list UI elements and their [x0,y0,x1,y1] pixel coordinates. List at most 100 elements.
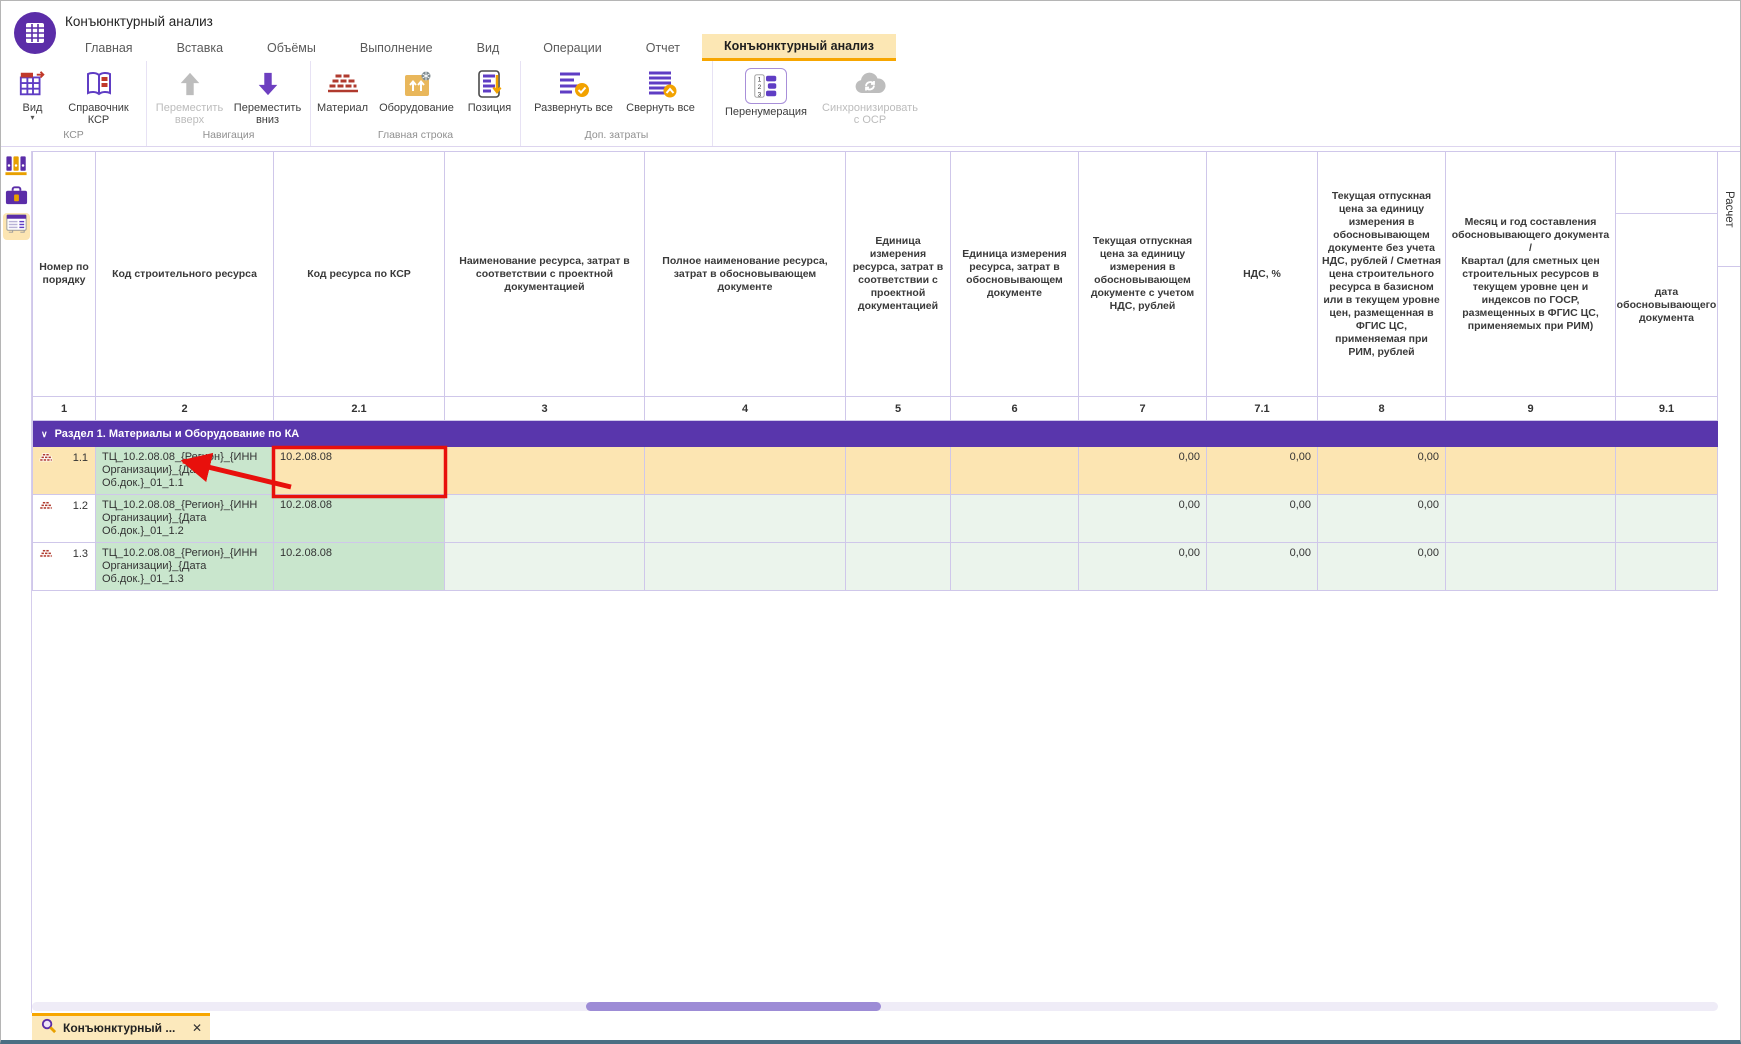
column-number: 4 [645,397,846,420]
sync-osr-button[interactable]: Синхронизировать с ОСР [820,68,920,126]
panel-tab-calculation[interactable]: Расчет [1717,151,1741,267]
bottom-document-tab[interactable]: Конъюнктурный ... ✕ [32,1013,210,1040]
full-name-cell[interactable] [645,543,846,590]
sidebar-briefcase-button[interactable] [3,184,30,211]
price-without-vat-cell[interactable]: 0,00 [1318,447,1446,494]
price-without-vat-cell[interactable]: 0,00 [1318,495,1446,542]
price-with-vat-cell[interactable]: 0,00 [1079,495,1207,542]
ribbon: Вид ▾ Справочник КСР КСР [1,61,1741,147]
close-icon[interactable]: ✕ [192,1021,202,1035]
equipment-button-label: Оборудование [379,102,454,114]
material-button-label: Материал [317,102,368,114]
tab-glavnaya[interactable]: Главная [63,34,155,61]
price-with-vat-cell[interactable]: 0,00 [1079,447,1207,494]
resource-code-cell[interactable]: ТЦ_10.2.08.08_{Регион}_{ИНН Организации}… [96,447,274,494]
move-up-arrow-icon [177,68,203,100]
tab-vypolnenie[interactable]: Выполнение [338,34,455,61]
tab-konyunkturnyy-analiz[interactable]: Конъюнктурный анализ [702,34,896,61]
column-header-unit-document: Единица измерения ресурса, затрат в обос… [951,152,1079,396]
column-number: 9 [1446,397,1616,420]
table-row: 1.1 ТЦ_10.2.08.08_{Регион}_{ИНН Организа… [33,447,1718,495]
unit-document-cell[interactable] [951,447,1079,494]
vat-percent-cell[interactable]: 0,00 [1207,543,1318,590]
tab-vstavka[interactable]: Вставка [155,34,245,61]
horizontal-scrollbar[interactable] [32,1002,1718,1011]
unit-document-cell[interactable] [951,543,1079,590]
ksr-reference-button[interactable]: Справочник КСР [61,68,137,126]
column-header-vat-percent: НДС, % [1207,152,1318,396]
sidebar-estimate-sheet-button[interactable] [3,213,30,240]
ribbon-group-label-main-row: Главная строка [311,129,520,146]
full-name-cell[interactable] [645,447,846,494]
sidebar-binders-button[interactable] [3,154,30,181]
document-date-cell[interactable] [1616,543,1718,590]
month-year-cell[interactable] [1446,447,1616,494]
document-date-cell[interactable] [1616,495,1718,542]
month-year-cell[interactable] [1446,543,1616,590]
vat-percent-cell[interactable]: 0,00 [1207,495,1318,542]
tab-operacii[interactable]: Операции [521,34,623,61]
chevron-down-icon: ▾ [30,114,34,122]
price-with-vat-cell[interactable]: 0,00 [1079,543,1207,590]
horizontal-scrollbar-thumb[interactable] [586,1002,881,1011]
material-row-icon [39,500,53,516]
column-number: 1 [33,397,96,420]
price-without-vat-cell[interactable]: 0,00 [1318,543,1446,590]
name-project-cell[interactable] [445,543,645,590]
ribbon-group-label-navigation: Навигация [147,129,310,146]
ribbon-group-main-row: Материал Оборуд [311,61,521,146]
resource-code-cell[interactable]: ТЦ_10.2.08.08_{Регион}_{ИНН Организации}… [96,495,274,542]
document-date-cell[interactable] [1616,447,1718,494]
vat-percent-cell[interactable]: 0,00 [1207,447,1318,494]
unit-project-cell[interactable] [846,495,951,542]
renumber-button-label: Перенумерация [725,106,807,118]
row-number-cell[interactable]: 1.1 [33,447,96,494]
row-number-cell[interactable]: 1.3 [33,543,96,590]
tab-otchet[interactable]: Отчет [624,34,702,61]
name-project-cell[interactable] [445,447,645,494]
app-logo-icon [13,11,57,55]
renumber-button[interactable]: 1 2 3 Перенумерация [718,68,814,118]
column-header-full-name: Полное наименование ресурса, затрат в об… [645,152,846,396]
unit-project-cell[interactable] [846,447,951,494]
column-header-name-project: Наименование ресурса, затрат в соответст… [445,152,645,396]
row-number: 1.3 [73,548,88,561]
tab-vid[interactable]: Вид [455,34,522,61]
full-name-cell[interactable] [645,495,846,542]
equipment-button[interactable]: Оборудование [378,68,456,114]
column-header-price-without-vat: Текущая отпускная цена за единицу измере… [1318,152,1446,396]
month-year-cell[interactable] [1446,495,1616,542]
briefcase-icon [4,183,29,213]
column-header-unit-project: Единица измерения ресурса, затрат в соот… [846,152,951,396]
column-number: 3 [445,397,645,420]
collapse-all-button[interactable]: Свернуть все [621,68,701,114]
ribbon-group-navigation: Переместить вверх Переместить вниз Навиг… [147,61,311,146]
material-button[interactable]: Материал [314,68,372,114]
view-button[interactable]: Вид ▾ [11,68,55,122]
equipment-box-icon [402,68,432,100]
move-down-button[interactable]: Переместить вниз [232,68,304,126]
move-up-button[interactable]: Переместить вверх [154,68,226,126]
resource-code-cell[interactable]: ТЦ_10.2.08.08_{Регион}_{ИНН Организации}… [96,543,274,590]
spreadsheet-icon [4,212,29,242]
ksr-code-cell[interactable]: 10.2.08.08 [274,495,445,542]
expand-all-button[interactable]: Развернуть все [533,68,615,114]
ksr-code-cell[interactable]: 10.2.08.08 [274,543,445,590]
unit-project-cell[interactable] [846,543,951,590]
panel-tab-calculation-label: Расчет [1723,191,1735,228]
row-number-cell[interactable]: 1.2 [33,495,96,542]
binders-icon [4,153,29,183]
tab-obyomy[interactable]: Объёмы [245,34,338,61]
column-number: 2 [96,397,274,420]
column-number: 8 [1318,397,1446,420]
name-project-cell[interactable] [445,495,645,542]
column-header-month-year: Месяц и год составления обосновывающего … [1446,152,1616,396]
chevron-down-icon[interactable]: ∨ [41,429,48,440]
table-row: 1.2 ТЦ_10.2.08.08_{Регион}_{ИНН Организа… [33,495,1718,543]
position-button[interactable]: Позиция [462,68,518,114]
ksr-code-cell[interactable]: 10.2.08.08 [274,447,445,494]
cloud-sync-icon [853,68,887,100]
section-row[interactable]: ∨ Раздел 1. Материалы и Оборудование по … [33,421,1718,447]
column-number: 2.1 [274,397,445,420]
unit-document-cell[interactable] [951,495,1079,542]
